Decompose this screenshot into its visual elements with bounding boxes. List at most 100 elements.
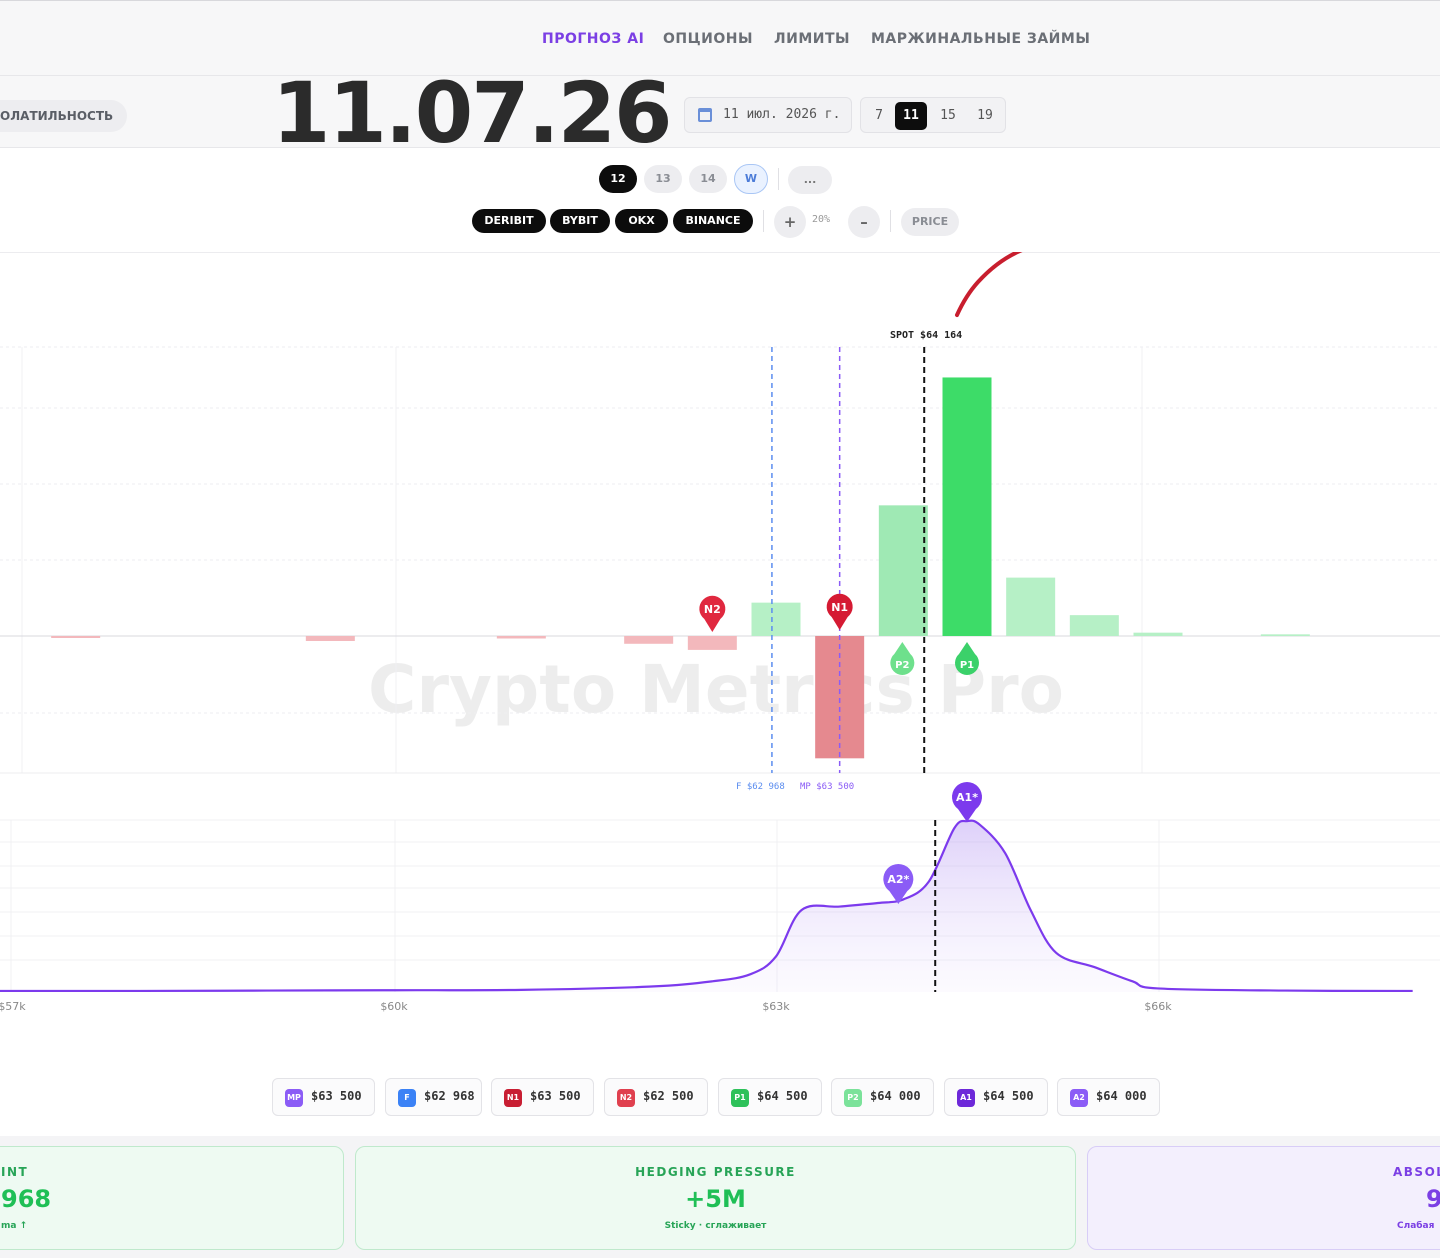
card-label: ABSOL [1393, 1165, 1440, 1179]
gamma-bar-positive [1133, 632, 1183, 636]
density-fill [0, 820, 1413, 992]
legend-badge: MP [285, 1089, 303, 1107]
legend-badge: A2 [1070, 1089, 1088, 1107]
marker-n1: N1 [826, 593, 853, 630]
divider [763, 210, 764, 232]
legend-badge: P2 [844, 1089, 862, 1107]
exchange-deribit[interactable]: DERIBIT [472, 209, 546, 233]
exchange-bybit[interactable]: BYBIT [550, 209, 610, 233]
card-label: HEDGING PRESSURE [635, 1165, 796, 1179]
legend-max-pain[interactable]: MP $63 500 [272, 1078, 375, 1116]
gamma-bar-positive [1260, 634, 1310, 636]
density-area [0, 819, 1413, 993]
legend-p2[interactable]: P2 $64 000 [831, 1078, 934, 1116]
more-expiries-button[interactable]: ... [788, 166, 832, 194]
marker-p2: P2 [890, 642, 915, 675]
marker-n1-label: N1 [831, 601, 848, 614]
marker-p1-label: P1 [960, 660, 974, 671]
legend-n1[interactable]: N1 $63 500 [491, 1078, 594, 1116]
legend-value: $62 968 [424, 1089, 475, 1103]
legend-badge: A1 [957, 1089, 975, 1107]
top-navigation: ПРОГНОЗ AI ОПЦИОНЫ ЛИМИТЫ МАРЖИНАЛЬНЫЕ З… [0, 0, 1440, 76]
legend-a1[interactable]: A1 $64 500 [944, 1078, 1048, 1116]
card-subtitle: ma ↑ [1, 1221, 28, 1231]
legend-flip[interactable]: F $62 968 [385, 1078, 482, 1116]
spot-label: SPOT $64 164 [890, 330, 962, 341]
day-option-19[interactable]: 19 [969, 102, 1001, 130]
marker-a2-label: A2* [887, 873, 909, 886]
date-overlay-title: 11.07.26 [272, 64, 673, 162]
flip-label: F $62 968 [736, 782, 785, 792]
marker-p2-label: P2 [895, 660, 909, 671]
gamma-bar-positive [751, 602, 801, 636]
card-hedging-pressure: HEDGING PRESSURE +5M Sticky · сглаживает [355, 1146, 1076, 1250]
tab-margin-loans[interactable]: МАРЖИНАЛЬНЫЕ ЗАЙМЫ [871, 31, 1090, 47]
calendar-icon [698, 108, 712, 122]
gamma-bar-negative [496, 636, 546, 639]
density-line [0, 819, 1413, 993]
volatility-button[interactable]: ОЛАТИЛЬНОСТЬ [0, 100, 128, 132]
gamma-exposure-chart: Crypto Metrics Pro N2 N1P2 P1A1*A2* SPOT $… [0, 252, 1440, 1013]
tab-forecast-ai[interactable]: ПРОГНОЗ AI [542, 31, 644, 47]
gamma-bar-negative [305, 636, 355, 642]
x-tick-label: $66k [1144, 1000, 1172, 1013]
marker-a1-label: A1* [956, 791, 978, 804]
exchange-okx[interactable]: OKX [615, 209, 668, 233]
legend-p1[interactable]: P1 $64 500 [718, 1078, 822, 1116]
legend-badge: N1 [504, 1089, 522, 1107]
max-pain-label: MP $63 500 [800, 782, 854, 792]
card-subtitle: Слабая [1397, 1221, 1435, 1231]
gamma-bar-positive [1006, 577, 1056, 636]
legend-value: $64 000 [1096, 1089, 1147, 1103]
gamma-bar-positive [942, 377, 992, 636]
annotation-arrow [955, 252, 1023, 317]
legend-n2[interactable]: N2 $62 500 [604, 1078, 708, 1116]
card-subtitle: Sticky · сглаживает [664, 1221, 767, 1231]
tab-limits[interactable]: ЛИМИТЫ [774, 31, 850, 47]
day-option-11[interactable]: 11 [895, 102, 927, 130]
x-tick-label: $60k [380, 1000, 408, 1013]
expiry-chip-14[interactable]: 14 [689, 165, 727, 193]
expiry-chip-13[interactable]: 13 [644, 165, 682, 193]
card-label: INT [1, 1165, 29, 1179]
divider [778, 168, 779, 190]
card-flip-point: INT 968 ma ↑ [0, 1146, 344, 1250]
gamma-bar-negative [51, 636, 101, 638]
zoom-in-button[interactable]: + [774, 206, 806, 238]
legend-value: $62 500 [643, 1089, 694, 1103]
zoom-out-button[interactable]: – [848, 206, 880, 238]
gamma-bar-negative [687, 636, 737, 650]
marker-a1: A1* [952, 782, 983, 822]
card-value: 9 [1426, 1185, 1440, 1213]
date-picker[interactable]: 11 июл. 2026 г. [684, 97, 852, 133]
card-absolute: ABSOL 9 Слабая [1087, 1146, 1440, 1250]
legend-a2[interactable]: A2 $64 000 [1057, 1078, 1160, 1116]
gamma-bar-negative [624, 636, 674, 644]
price-mode-button[interactable]: PRICE [901, 208, 959, 236]
gamma-bar-positive [878, 505, 928, 636]
card-value: 968 [1, 1185, 52, 1213]
days-selector: 7 11 15 19 [860, 97, 1006, 133]
legend-value: $64 500 [757, 1089, 808, 1103]
exchange-binance[interactable]: BINANCE [673, 209, 753, 233]
x-tick-label: $57k [0, 1000, 26, 1013]
expiry-chip-12[interactable]: 12 [599, 165, 637, 193]
card-value: +5M [685, 1185, 746, 1213]
marker-p1: P1 [954, 642, 979, 675]
marker-n2: N2 [699, 595, 726, 632]
legend-value: $64 000 [870, 1089, 921, 1103]
date-picker-value: 11 июл. 2026 г. [723, 107, 841, 122]
marker-n2-label: N2 [704, 603, 721, 616]
legend-badge: P1 [731, 1089, 749, 1107]
expiry-chip-weekly[interactable]: W [734, 164, 768, 194]
day-option-7[interactable]: 7 [863, 102, 895, 130]
legend-badge: F [398, 1089, 416, 1107]
day-option-15[interactable]: 15 [932, 102, 964, 130]
tab-options[interactable]: ОПЦИОНЫ [663, 31, 753, 47]
divider [890, 210, 891, 232]
legend-badge: N2 [617, 1089, 635, 1107]
legend-value: $63 500 [311, 1089, 362, 1103]
legend-value: $63 500 [530, 1089, 581, 1103]
legend-value: $64 500 [983, 1089, 1034, 1103]
x-tick-label: $63k [762, 1000, 790, 1013]
